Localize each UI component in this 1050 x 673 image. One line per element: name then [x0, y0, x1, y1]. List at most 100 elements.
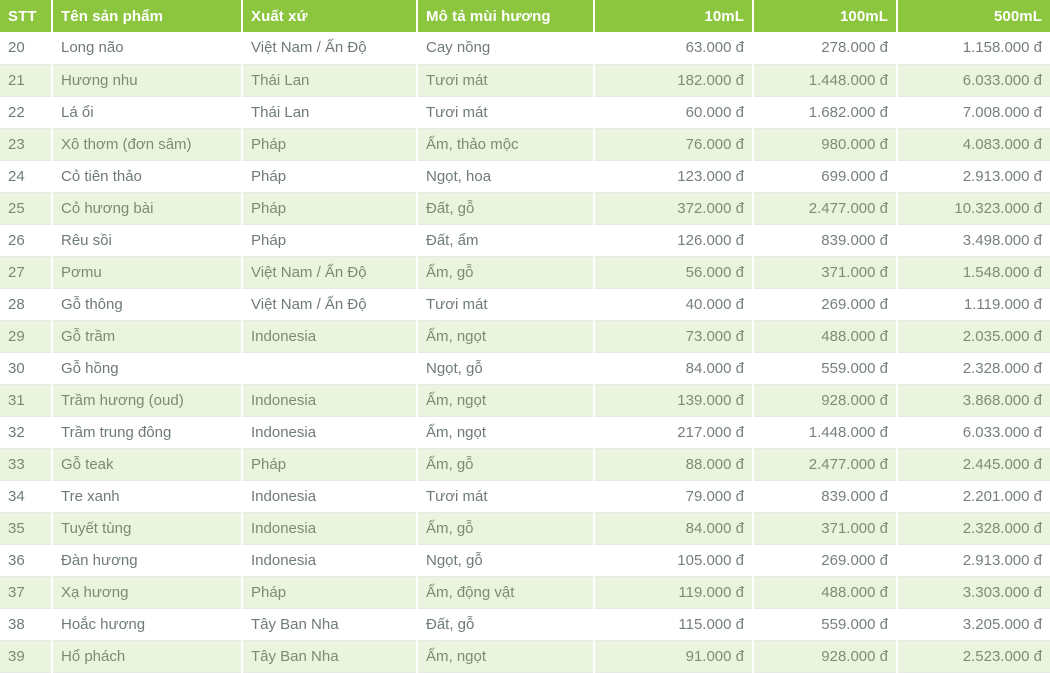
table-row: 33 Gỗ teak Pháp Ấm, gỗ 88.000 đ 2.477.000 đ 2.…: [0, 448, 1050, 481]
cell-p10: 56.000 đ: [594, 256, 754, 289]
cell-p500: 2.523.000 đ: [897, 640, 1050, 673]
cell-desc: Ấm, ngọt: [417, 416, 595, 449]
cell-name: Hương nhu: [52, 64, 243, 97]
cell-desc: Cay nồng: [417, 32, 595, 65]
cell-p10: 123.000 đ: [594, 160, 754, 193]
cell-name: Hoắc hương: [52, 608, 243, 641]
cell-desc: Ấm, ngọt: [417, 640, 595, 673]
cell-origin: Thái Lan: [242, 64, 418, 97]
cell-p500: 10.323.000 đ: [897, 192, 1050, 225]
table-row: 24 Cỏ tiên thảo Pháp Ngọt, hoa 123.000 đ 699.…: [0, 160, 1050, 193]
cell-name: Cỏ hương bài: [52, 192, 243, 225]
cell-p10: 79.000 đ: [594, 480, 754, 513]
cell-origin: Indonesia: [242, 416, 418, 449]
cell-name: Pơmu: [52, 256, 243, 289]
cell-desc: Ấm, gỗ: [417, 256, 595, 289]
cell-p500: 6.033.000 đ: [897, 416, 1050, 449]
cell-p100: 1.448.000 đ: [753, 416, 898, 449]
cell-p100: 488.000 đ: [753, 320, 898, 353]
cell-p100: 559.000 đ: [753, 352, 898, 385]
cell-p10: 115.000 đ: [594, 608, 754, 641]
cell-p10: 84.000 đ: [594, 512, 754, 545]
cell-desc: Tươi mát: [417, 64, 595, 97]
cell-p100: 371.000 đ: [753, 256, 898, 289]
cell-desc: Tươi mát: [417, 288, 595, 321]
column-header-price-500ml[interactable]: 500mL: [897, 0, 1050, 32]
cell-name: Trầm trung đông: [52, 416, 243, 449]
cell-stt: 29: [0, 320, 53, 353]
cell-stt: 23: [0, 128, 53, 161]
cell-origin: Indonesia: [242, 320, 418, 353]
cell-stt: 38: [0, 608, 53, 641]
column-header-name[interactable]: Tên sản phẩm: [52, 0, 243, 32]
cell-p500: 1.548.000 đ: [897, 256, 1050, 289]
column-header-stt[interactable]: STT: [0, 0, 53, 32]
cell-desc: Ngọt, gỗ: [417, 352, 595, 385]
cell-p10: 84.000 đ: [594, 352, 754, 385]
cell-desc: Ngọt, gỗ: [417, 544, 595, 577]
cell-name: Xạ hương: [52, 576, 243, 609]
table-row: 31 Trầm hương (oud) Indonesia Ấm, ngọt 139.0…: [0, 384, 1050, 417]
cell-p100: 559.000 đ: [753, 608, 898, 641]
column-header-desc[interactable]: Mô tả mùi hương: [417, 0, 595, 32]
cell-name: Gỗ trầm: [52, 320, 243, 353]
cell-desc: Tươi mát: [417, 96, 595, 129]
table-row: 38 Hoắc hương Tây Ban Nha Đất, gỗ 115.000 đ5…: [0, 608, 1050, 641]
table-body: 20 Long não Việt Nam / Ấn Độ Cay nồng 63.000…: [0, 32, 1050, 673]
cell-origin: Indonesia: [242, 544, 418, 577]
cell-p100: 839.000 đ: [753, 224, 898, 257]
cell-p100: 278.000 đ: [753, 32, 898, 65]
cell-origin: Pháp: [242, 448, 418, 481]
cell-p500: 2.445.000 đ: [897, 448, 1050, 481]
cell-stt: 36: [0, 544, 53, 577]
cell-stt: 25: [0, 192, 53, 225]
column-header-price-100ml[interactable]: 100mL: [753, 0, 898, 32]
cell-p10: 73.000 đ: [594, 320, 754, 353]
cell-p500: 1.119.000 đ: [897, 288, 1050, 321]
cell-p100: 1.682.000 đ: [753, 96, 898, 129]
cell-p10: 91.000 đ: [594, 640, 754, 673]
cell-p500: 2.913.000 đ: [897, 544, 1050, 577]
cell-p100: 928.000 đ: [753, 384, 898, 417]
cell-stt: 20: [0, 32, 53, 65]
cell-origin: Indonesia: [242, 512, 418, 545]
cell-name: Trầm hương (oud): [52, 384, 243, 417]
cell-p500: 6.033.000 đ: [897, 64, 1050, 97]
cell-origin: Việt Nam / Ấn Độ: [242, 32, 418, 65]
cell-stt: 32: [0, 416, 53, 449]
cell-origin: Indonesia: [242, 480, 418, 513]
table-row: 35 Tuyết tùng Indonesia Ấm, gỗ 84.000 đ 371.0…: [0, 512, 1050, 545]
cell-desc: Ngọt, hoa: [417, 160, 595, 193]
cell-stt: 31: [0, 384, 53, 417]
cell-desc: Tươi mát: [417, 480, 595, 513]
cell-name: Rêu sồi: [52, 224, 243, 257]
cell-p100: 269.000 đ: [753, 544, 898, 577]
table-row: 37 Xạ hương Pháp Ấm, động vật 119.000 đ 488.0…: [0, 576, 1050, 609]
column-header-origin[interactable]: Xuất xứ: [242, 0, 418, 32]
table-row: 36 Đàn hương Indonesia Ngọt, gỗ 105.000 đ 269…: [0, 544, 1050, 577]
cell-stt: 34: [0, 480, 53, 513]
table-row: 27 Pơmu Việt Nam / Ấn Độ Ấm, gỗ 56.000 đ 371.…: [0, 256, 1050, 289]
cell-p500: 2.913.000 đ: [897, 160, 1050, 193]
cell-name: Gỗ teak: [52, 448, 243, 481]
cell-stt: 30: [0, 352, 53, 385]
cell-p500: 2.328.000 đ: [897, 352, 1050, 385]
cell-stt: 28: [0, 288, 53, 321]
table-row: 34 Tre xanh Indonesia Tươi mát 79.000 đ 839.0…: [0, 480, 1050, 513]
cell-desc: Ấm, động vật: [417, 576, 595, 609]
cell-stt: 33: [0, 448, 53, 481]
cell-desc: Ấm, ngọt: [417, 384, 595, 417]
cell-p500: 2.201.000 đ: [897, 480, 1050, 513]
cell-p500: 3.868.000 đ: [897, 384, 1050, 417]
cell-p10: 40.000 đ: [594, 288, 754, 321]
table-row: 32 Trầm trung đông Indonesia Ấm, ngọt 217.00…: [0, 416, 1050, 449]
cell-p10: 182.000 đ: [594, 64, 754, 97]
header-row: STT Tên sản phẩm Xuất xứ Mô tả mùi hương…: [0, 0, 1050, 32]
cell-p100: 1.448.000 đ: [753, 64, 898, 97]
cell-origin: Pháp: [242, 224, 418, 257]
cell-origin: [242, 352, 418, 385]
cell-stt: 35: [0, 512, 53, 545]
cell-p10: 139.000 đ: [594, 384, 754, 417]
table-row: 26 Rêu sồi Pháp Đất, ẩm 126.000 đ 839.000 đ 3.…: [0, 224, 1050, 257]
column-header-price-10ml[interactable]: 10mL: [594, 0, 754, 32]
